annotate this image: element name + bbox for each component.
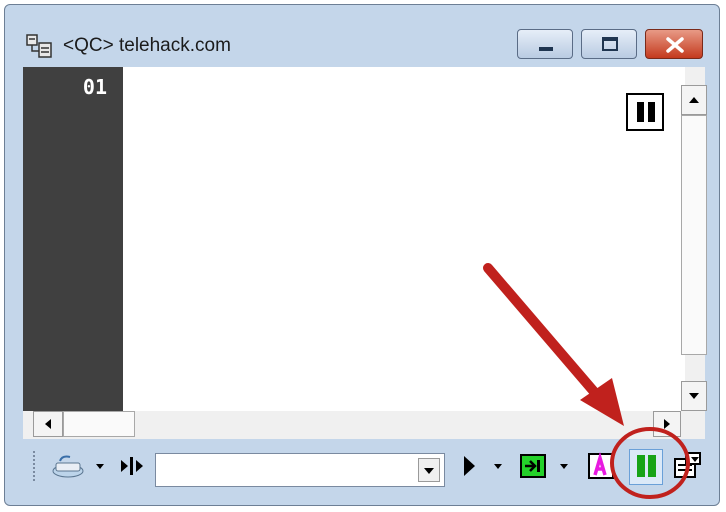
split-arrows-icon xyxy=(121,457,143,475)
scroll-left-button[interactable] xyxy=(33,411,63,437)
play-dropdown[interactable] xyxy=(491,449,505,483)
step-dropdown[interactable] xyxy=(557,449,571,483)
arrow-down-icon xyxy=(689,393,699,399)
line-number-gutter: 01 xyxy=(23,67,123,411)
line-number: 01 xyxy=(82,75,107,99)
vertical-scrollbar[interactable] xyxy=(681,67,707,411)
bottom-toolbar xyxy=(23,441,705,491)
pause-button[interactable] xyxy=(629,449,663,485)
keyboard-icon xyxy=(52,455,84,478)
keyboard-button[interactable] xyxy=(49,449,91,483)
title-bar[interactable]: <QC> telehack.com xyxy=(5,5,719,67)
pause-indicator xyxy=(626,93,664,131)
chevron-down-icon xyxy=(494,464,502,469)
arrow-right-icon xyxy=(664,419,670,429)
terminal-content[interactable]: 01 xyxy=(23,67,707,439)
maximize-icon xyxy=(602,37,618,51)
vertical-scroll-thumb[interactable] xyxy=(681,115,707,355)
horizontal-scroll-thumb[interactable] xyxy=(63,411,135,437)
horizontal-scrollbar[interactable] xyxy=(23,411,705,439)
highlight-button[interactable] xyxy=(583,449,619,483)
scroll-right-button[interactable] xyxy=(653,411,681,437)
arrow-left-icon xyxy=(45,419,51,429)
toolbar-grip[interactable] xyxy=(33,451,39,481)
maximize-button[interactable] xyxy=(581,29,637,59)
minimize-button[interactable] xyxy=(517,29,573,59)
scroll-down-button[interactable] xyxy=(681,381,707,411)
step-into-icon xyxy=(520,454,546,478)
app-icon xyxy=(25,31,55,61)
highlight-text-icon xyxy=(588,451,614,479)
command-input[interactable] xyxy=(155,453,445,487)
properties-button[interactable] xyxy=(671,449,705,483)
command-dropdown-button[interactable] xyxy=(418,458,440,482)
chevron-down-icon xyxy=(560,464,568,469)
step-button[interactable] xyxy=(515,449,551,483)
keyboard-dropdown[interactable] xyxy=(93,449,107,483)
play-icon xyxy=(464,456,475,476)
play-button[interactable] xyxy=(457,449,481,483)
arrow-up-icon xyxy=(689,97,699,103)
scroll-up-button[interactable] xyxy=(681,85,707,115)
close-icon xyxy=(666,37,684,53)
terminal-window: <QC> telehack.com 01 xyxy=(4,4,720,506)
window-title: <QC> telehack.com xyxy=(63,35,231,56)
chevron-down-icon xyxy=(424,468,434,474)
chevron-down-icon xyxy=(96,464,104,469)
close-button[interactable] xyxy=(645,29,703,59)
split-button[interactable] xyxy=(115,449,149,483)
minimize-icon xyxy=(539,47,553,51)
properties-icon xyxy=(674,452,701,478)
